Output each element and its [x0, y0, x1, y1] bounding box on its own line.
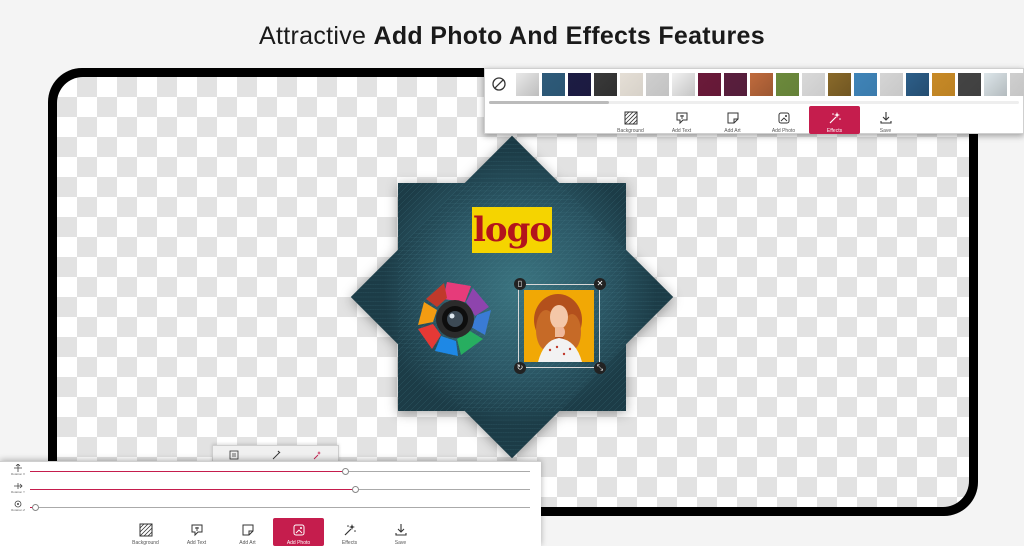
- toolbar-label: Effects: [341, 540, 358, 546]
- toolbar-background-button[interactable]: Background: [605, 106, 656, 134]
- star-shape-design[interactable]: [350, 135, 674, 459]
- effect-swatch[interactable]: [906, 72, 929, 96]
- effect-swatch[interactable]: [698, 72, 721, 96]
- toolbar-label: Add Art: [724, 128, 741, 134]
- toolbar-add-art-button[interactable]: Add Art: [707, 106, 758, 134]
- rotate-y-icon: Rotation Y: [10, 482, 26, 498]
- add-photo-icon: [291, 522, 307, 537]
- effect-swatch[interactable]: [516, 72, 539, 96]
- effect-swatch[interactable]: [880, 72, 903, 96]
- no-effect-icon[interactable]: [489, 74, 509, 94]
- toolbar-label: Effects: [826, 128, 843, 134]
- effect-swatch[interactable]: [1010, 72, 1024, 96]
- slider-knob[interactable]: [352, 486, 359, 493]
- toolbar-label: Background: [132, 540, 159, 546]
- effect-swatch[interactable]: [750, 72, 773, 96]
- slider-fill: [30, 489, 355, 490]
- effect-swatch[interactable]: [984, 72, 1007, 96]
- background-icon: [138, 522, 154, 537]
- effect-swatch[interactable]: [672, 72, 695, 96]
- add-photo-icon: [776, 110, 792, 125]
- adjust-panel: Rotation X Rotation Y Rotation Z Backgroun…: [0, 461, 541, 546]
- logo-sticker[interactable]: logo: [472, 207, 552, 253]
- effects-scrollbar[interactable]: [489, 101, 1019, 104]
- toolbar-label: Save: [879, 128, 892, 134]
- toolbar-effects-button[interactable]: Effects: [809, 106, 860, 134]
- effect-swatch[interactable]: [568, 72, 591, 96]
- toolbar-add-photo-button[interactable]: Add Photo: [758, 106, 809, 134]
- effect-swatch[interactable]: [620, 72, 643, 96]
- slider-track[interactable]: [30, 468, 530, 475]
- toolbar-label: Add Text: [186, 540, 207, 546]
- save-icon: [878, 110, 894, 125]
- effect-swatch[interactable]: [776, 72, 799, 96]
- add-art-icon: [240, 522, 256, 537]
- toolbar-effects-button[interactable]: Effects: [324, 518, 375, 546]
- slider-knob[interactable]: [32, 504, 39, 511]
- toolbar-background-button[interactable]: Background: [120, 518, 171, 546]
- rotate-z-icon: Rotation Z: [10, 500, 26, 516]
- effect-swatch[interactable]: [594, 72, 617, 96]
- slider-caption: Rotation Z: [11, 508, 25, 512]
- effects-icon: [342, 522, 358, 537]
- logo-text: logo: [472, 210, 552, 250]
- rotate-x-icon: Rotation X: [10, 464, 26, 480]
- added-photo[interactable]: [524, 290, 594, 362]
- effect-swatch[interactable]: [828, 72, 851, 96]
- slider-knob[interactable]: [342, 468, 349, 475]
- slider-row: Rotation Z: [0, 500, 541, 516]
- toolbar-label: Add Text: [671, 128, 692, 134]
- save-icon: [393, 522, 409, 537]
- effect-swatch[interactable]: [802, 72, 825, 96]
- toolbar-add-text-button[interactable]: Add Text: [656, 106, 707, 134]
- effects-icon: [827, 110, 843, 125]
- toolbar-label: Add Photo: [286, 540, 311, 546]
- slider-caption: Rotation X: [10, 472, 25, 476]
- effects-panel: Background Add Text Add Art Add Photo Effect…: [484, 68, 1024, 134]
- toolbar-label: Background: [617, 128, 644, 134]
- headline-normal: Attractive: [259, 22, 374, 50]
- add-text-icon: [189, 522, 205, 537]
- effect-swatch[interactable]: [932, 72, 955, 96]
- effect-swatch[interactable]: [542, 72, 565, 96]
- slider-track[interactable]: [30, 504, 530, 511]
- headline-bold: Add Photo And Effects Features: [373, 22, 765, 50]
- toolbar-save-button[interactable]: Save: [375, 518, 426, 546]
- rotate-handle-icon[interactable]: ↻: [514, 362, 526, 374]
- toolbar-label: Add Photo: [771, 128, 796, 134]
- bottom-toolbar: Background Add Text Add Art Add Photo Effect…: [120, 518, 426, 546]
- scroll-thumb[interactable]: [489, 101, 609, 104]
- slider-row: Rotation Y: [0, 482, 541, 498]
- toolbar-add-art-button[interactable]: Add Art: [222, 518, 273, 546]
- layer-handle-icon[interactable]: ▯: [514, 278, 526, 290]
- toolbar-add-photo-button[interactable]: Add Photo: [273, 518, 324, 546]
- top-toolbar: Background Add Text Add Art Add Photo Effect…: [605, 106, 911, 134]
- add-text-icon: [674, 110, 690, 125]
- resize-handle-icon[interactable]: ⤡: [594, 362, 606, 374]
- effect-swatch[interactable]: [724, 72, 747, 96]
- effect-swatch-row: [485, 69, 1024, 99]
- add-art-icon: [725, 110, 741, 125]
- toolbar-add-text-button[interactable]: Add Text: [171, 518, 222, 546]
- background-icon: [623, 110, 639, 125]
- toolbar-save-button[interactable]: Save: [860, 106, 911, 134]
- camera-aperture-icon[interactable]: [416, 280, 494, 358]
- slider-row: Rotation X: [0, 464, 541, 480]
- effect-swatch[interactable]: [854, 72, 877, 96]
- page-headline: Attractive Add Photo And Effects Feature…: [0, 22, 1024, 51]
- effect-swatch[interactable]: [958, 72, 981, 96]
- slider-track[interactable]: [30, 486, 530, 493]
- effect-swatch[interactable]: [646, 72, 669, 96]
- toolbar-label: Add Art: [239, 540, 256, 546]
- slider-fill: [30, 471, 345, 472]
- slider-caption: Rotation Y: [11, 490, 25, 494]
- toolbar-label: Save: [394, 540, 407, 546]
- delete-handle-icon[interactable]: ✕: [594, 278, 606, 290]
